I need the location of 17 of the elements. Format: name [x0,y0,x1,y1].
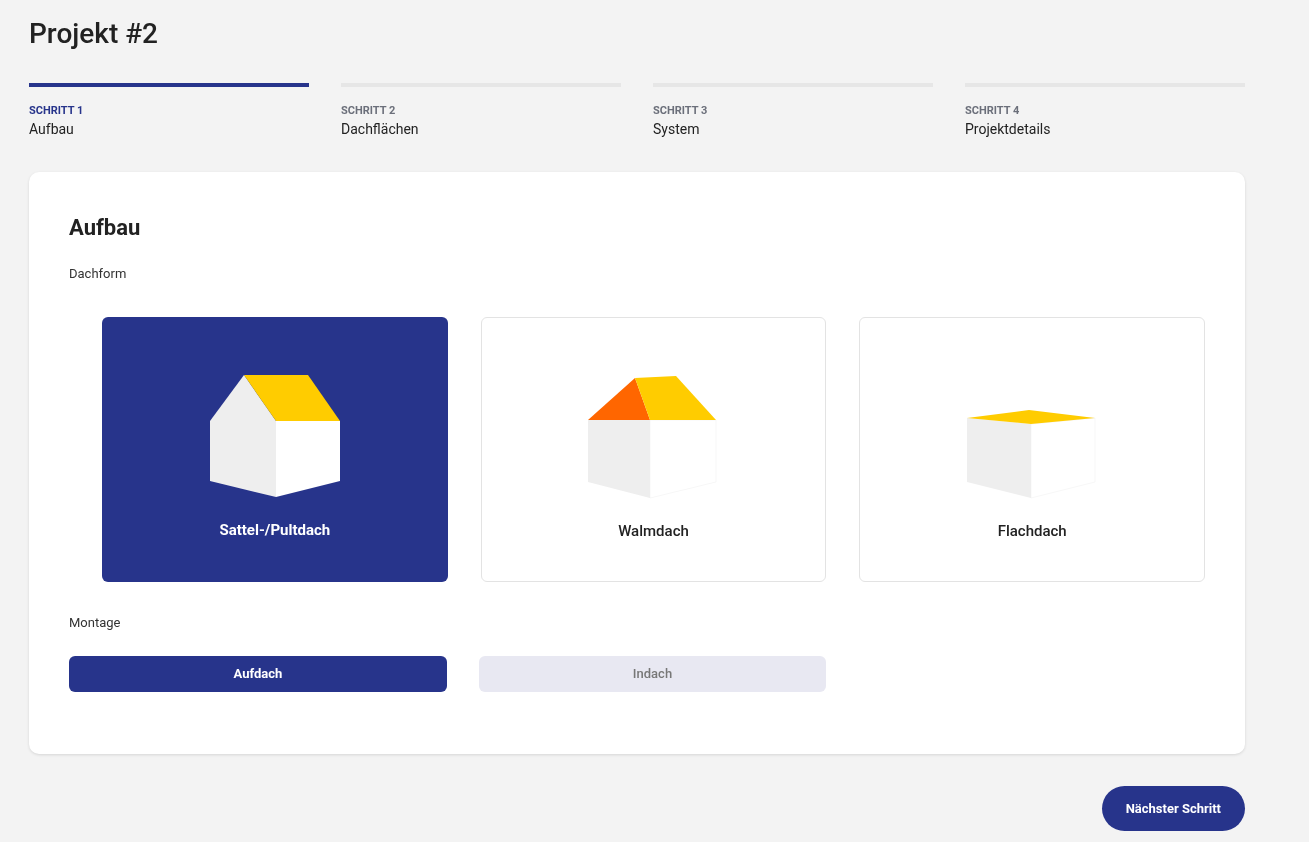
mount-option-button[interactable]: Indach [479,656,826,692]
step-tab[interactable]: SCHRITT 3 System [653,83,933,139]
next-step-button[interactable]: Nächster Schritt [1101,786,1245,831]
roof-option-card[interactable]: Sattel-/Pultdach [102,317,448,582]
step-tab[interactable]: SCHRITT 1 Aufbau [29,83,309,139]
flat-roof-house-icon [967,410,1098,500]
section-title: Aufbau [69,214,142,242]
step-tab[interactable]: SCHRITT 4 Projektdetails [965,83,1245,139]
mount-option-button[interactable]: Aufdach [69,656,447,692]
field-label: Montage [69,614,122,632]
gable-house-icon [209,375,340,499]
hip-roof-house-icon [588,376,719,500]
step-tab[interactable]: SCHRITT 2 Dachflächen [341,83,621,139]
field-label: Dachform [69,265,128,283]
roof-option-card[interactable]: Flachdach [859,317,1205,582]
page-title: Projekt #2 [29,16,159,52]
roof-option-card[interactable]: Walmdach [480,317,827,582]
